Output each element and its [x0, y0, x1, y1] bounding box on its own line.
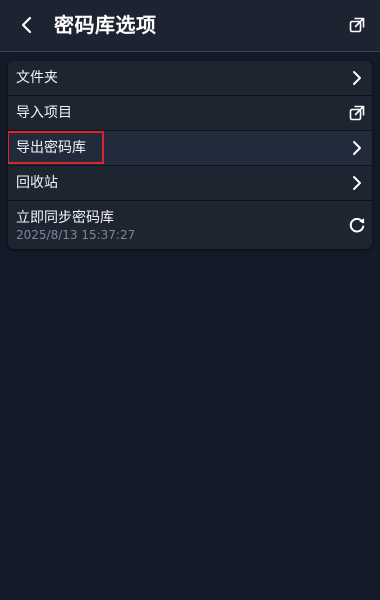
popout-button[interactable] [344, 12, 370, 38]
chevron-left-icon [20, 16, 34, 34]
menu-item-folders[interactable]: 文件夹 [8, 61, 372, 96]
external-link-icon [348, 104, 366, 122]
menu-item-label: 立即同步密码库 [16, 210, 114, 226]
chevron-right-icon [348, 69, 366, 87]
external-link-icon [349, 17, 365, 33]
refresh-icon [348, 216, 366, 234]
menu-item-export[interactable]: 导出密码库 [8, 131, 372, 166]
app-header: 密码库选项 [0, 0, 380, 52]
menu-item-import[interactable]: 导入项目 [8, 96, 372, 131]
menu-item-label: 导入项目 [16, 105, 72, 121]
vault-options-screen: 密码库选项 文件夹 导入项目 导出密码库 回收站 立即同步密码库 2025/8/… [0, 0, 380, 600]
menu-item-sync[interactable]: 立即同步密码库 2025/8/13 15:37:27 [8, 201, 372, 249]
menu-item-label: 回收站 [16, 175, 58, 191]
vault-options-list: 文件夹 导入项目 导出密码库 回收站 立即同步密码库 2025/8/13 15:… [8, 61, 372, 249]
back-button[interactable] [12, 10, 42, 40]
page-title: 密码库选项 [54, 13, 157, 37]
last-sync-timestamp: 2025/8/13 15:37:27 [16, 228, 136, 242]
chevron-right-icon [348, 174, 366, 192]
menu-item-trash[interactable]: 回收站 [8, 166, 372, 201]
chevron-right-icon [348, 139, 366, 157]
menu-item-label: 文件夹 [16, 70, 58, 86]
menu-item-label: 导出密码库 [16, 140, 86, 156]
